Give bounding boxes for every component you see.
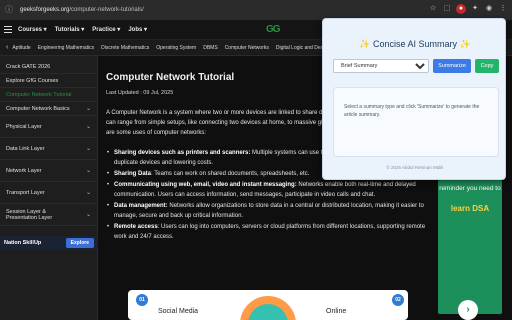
subject-aptitude[interactable]: Aptitude (12, 45, 30, 51)
arrow-right-icon[interactable]: › (458, 300, 478, 320)
subject-discrete-mathematics[interactable]: Discrete Mathematics (101, 45, 149, 51)
sparkle-icon: ✨ (459, 39, 471, 49)
sidebar-item-courses[interactable]: Explore GfG Courses (0, 74, 97, 88)
step-number: 02 (392, 294, 404, 306)
chevron-down-icon: ⌄ (85, 212, 91, 218)
sidebar-item-basics[interactable]: Computer Network Basics ⌄ (0, 102, 97, 116)
subject-dbms[interactable]: DBMS (203, 45, 217, 51)
menu-icon[interactable]: ⋮ (498, 4, 508, 14)
step-number: 01 (136, 294, 148, 306)
star-icon[interactable]: ☆ (428, 4, 438, 14)
sparkle-icon: ✨ (359, 39, 371, 49)
profile-icon[interactable]: ◉ (484, 4, 494, 14)
url-host: geeksforgeeks.org (20, 7, 70, 13)
url-path: /computer-network-tutorials/ (69, 7, 144, 13)
chevron-down-icon: ⌄ (85, 190, 91, 196)
sidebar-item-datalink[interactable]: Data Link Layer ⌄ (0, 138, 97, 160)
subject-digital-logic[interactable]: Digital Logic and Des (276, 45, 323, 51)
sidebar-item-session[interactable]: Session Layer & Presentation Layer ⌄ (0, 204, 97, 226)
summary-output: Select a summary type and click 'Summari… (333, 87, 499, 157)
summarize-button[interactable]: Summarize (433, 59, 471, 73)
chevron-down-icon: ⌄ (85, 106, 91, 112)
sidebar-item-gate[interactable]: Crack GATE 2026 (0, 60, 97, 74)
browser-toolbar: ⓘ geeksforgeeks.org/computer-network-tut… (0, 0, 512, 20)
hamburger-icon[interactable] (4, 26, 12, 33)
scroll-left-icon[interactable]: ‹ (6, 44, 8, 51)
sidebar-item-network[interactable]: Network Layer ⌄ (0, 160, 97, 182)
page-title: Computer Network Tutorial (106, 72, 235, 83)
chevron-down-icon: ⌄ (85, 168, 91, 174)
step-caption: Social Media (158, 308, 199, 315)
address-bar[interactable]: geeksforgeeks.org/computer-network-tutor… (20, 7, 144, 13)
nav-courses[interactable]: Courses ▾ (18, 26, 47, 33)
skillup-banner: Nation SkillUp Explore (0, 236, 98, 250)
list-item: Communicating using web, email, video an… (106, 180, 428, 200)
extension-icon[interactable]: ⬚ (442, 4, 452, 14)
chevron-down-icon: ⌄ (85, 146, 91, 152)
popup-title: ✨ Concise AI Summary ✨ (359, 39, 471, 49)
ad-highlight: learn DSA (450, 204, 490, 213)
step-caption: Online (326, 308, 347, 315)
last-updated: Last Updated : 09 Jul, 2025 (106, 90, 174, 96)
popup-footer: © 2025 Abdul Rehman Malik (386, 165, 444, 170)
subject-computer-networks[interactable]: Computer Networks (225, 45, 269, 51)
skillup-label: Nation SkillUp (4, 240, 42, 246)
gfg-logo[interactable]: GG (266, 24, 281, 35)
summary-placeholder: Select a summary type and click 'Summari… (344, 104, 480, 118)
chevron-down-icon: ⌄ (85, 124, 91, 130)
subject-operating-system[interactable]: Operating System (156, 45, 196, 51)
sidebar: Crack GATE 2026 Explore GfG Courses Comp… (0, 56, 98, 320)
explore-button[interactable]: Explore (65, 238, 94, 248)
nav-tutorials[interactable]: Tutorials ▾ (55, 26, 85, 33)
nav-jobs[interactable]: Jobs ▾ (128, 26, 147, 33)
info-icon[interactable]: ⓘ (4, 5, 14, 15)
sidebar-item-tutorial[interactable]: Computer Network Tutorial (0, 88, 97, 102)
subject-engineering-mathematics[interactable]: Engineering Mathematics (38, 45, 94, 51)
summary-type-select[interactable]: Brief Summary (333, 59, 429, 73)
list-item: Remote access: Users can log into comput… (106, 222, 428, 242)
sidebar-item-transport[interactable]: Transport Layer ⌄ (0, 182, 97, 204)
uses-infographic: 01 Social Media 02 Online (128, 290, 408, 320)
dsa-ad[interactable]: reminder you need to learn DSA › (438, 180, 502, 320)
sidebar-item-physical[interactable]: Physical Layer ⌄ (0, 116, 97, 138)
ad-text: reminder you need to (439, 185, 501, 192)
extension-badge-icon[interactable]: ● (456, 4, 466, 14)
nav-practice[interactable]: Practice ▾ (92, 26, 120, 33)
list-item: Data management: Networks allow organiza… (106, 201, 428, 221)
puzzle-icon[interactable]: ✦ (470, 4, 480, 14)
summary-popup: ✨ Concise AI Summary ✨ Brief Summary Sum… (322, 18, 506, 180)
copy-button[interactable]: Copy (475, 59, 499, 73)
